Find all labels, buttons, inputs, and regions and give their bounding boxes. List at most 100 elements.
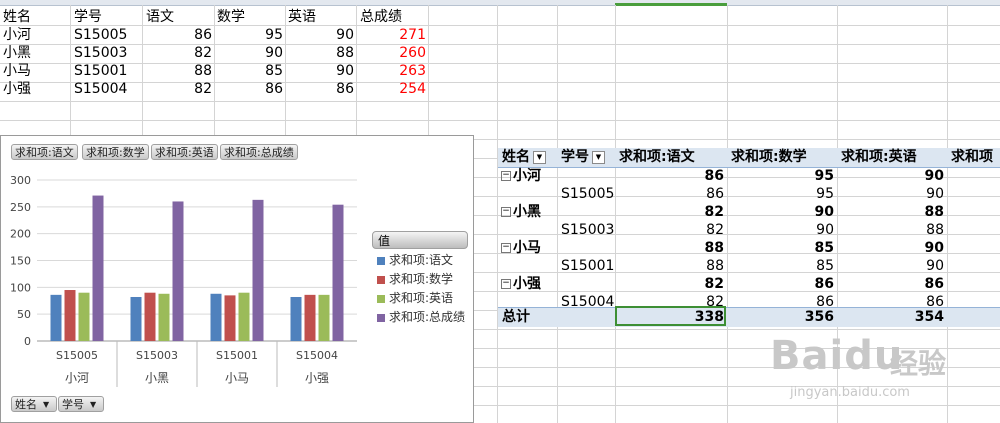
table-cell[interactable]: 86 bbox=[217, 80, 283, 98]
pivot-sum-cell[interactable]: 90 bbox=[837, 240, 944, 257]
table-cell[interactable]: 小黑 bbox=[3, 44, 31, 62]
value-field-button[interactable]: 求和项:英语 bbox=[151, 144, 218, 160]
value-field-button[interactable]: 求和项:语文 bbox=[11, 144, 78, 160]
table-cell[interactable]: 271 bbox=[360, 26, 426, 44]
gridline bbox=[557, 5, 558, 423]
header-cell[interactable]: 总成绩 bbox=[360, 8, 402, 26]
pivot-value-cell[interactable]: 86 bbox=[615, 186, 724, 203]
header-cell[interactable]: 语文 bbox=[146, 8, 174, 26]
table-cell[interactable]: 86 bbox=[288, 80, 354, 98]
y-tick-label: 0 bbox=[24, 335, 31, 348]
pivot-sum-cell[interactable]: 90 bbox=[727, 204, 834, 221]
table-cell[interactable]: S15001 bbox=[74, 62, 127, 80]
table-cell[interactable]: 85 bbox=[217, 62, 283, 80]
filter-dropdown-icon[interactable]: ▼ bbox=[592, 150, 605, 164]
table-cell[interactable]: 90 bbox=[288, 62, 354, 80]
pivot-total-cell[interactable]: 354 bbox=[837, 309, 944, 326]
axis-field-button-name[interactable]: 姓名 ▼ bbox=[11, 396, 57, 412]
pivot-value-cell[interactable]: 95 bbox=[727, 186, 834, 203]
value-field-button[interactable]: 求和项:数学 bbox=[82, 144, 149, 160]
pivot-sum-cell[interactable]: 86 bbox=[615, 168, 724, 185]
pivot-value-cell[interactable]: 90 bbox=[837, 258, 944, 275]
pivot-value-cell[interactable]: 88 bbox=[615, 258, 724, 275]
pivot-header-label: 姓名 bbox=[502, 149, 530, 165]
table-cell[interactable]: 小强 bbox=[3, 80, 31, 98]
table-cell[interactable]: 88 bbox=[288, 44, 354, 62]
pivot-group-label[interactable]: − 小强 bbox=[501, 276, 541, 293]
table-cell[interactable]: 小河 bbox=[3, 26, 31, 44]
filter-dropdown-icon[interactable]: ▼ bbox=[533, 150, 546, 164]
pivot-id-cell[interactable]: S15003 bbox=[561, 222, 614, 239]
dropdown-arrow-icon: ▼ bbox=[90, 400, 97, 409]
header-cell[interactable]: 学号 bbox=[74, 8, 102, 26]
pivot-sum-cell[interactable]: 86 bbox=[727, 276, 834, 293]
pivot-sum-cell[interactable]: 85 bbox=[727, 240, 834, 257]
active-cell-cursor[interactable] bbox=[615, 306, 726, 326]
header-cell[interactable]: 姓名 bbox=[3, 8, 31, 26]
axis-field-label: 学号 bbox=[62, 398, 84, 411]
table-cell[interactable]: 88 bbox=[146, 62, 212, 80]
pivot-sum-cell[interactable]: 90 bbox=[837, 168, 944, 185]
table-cell[interactable]: 82 bbox=[146, 44, 212, 62]
collapse-icon[interactable]: − bbox=[501, 243, 511, 253]
pivot-id-cell[interactable]: S15001 bbox=[561, 258, 614, 275]
pivot-id-cell[interactable]: S15005 bbox=[561, 186, 614, 203]
pivot-group-label[interactable]: − 小河 bbox=[501, 168, 541, 185]
pivot-group-name: 小河 bbox=[513, 168, 541, 184]
value-field-button[interactable]: 求和项:总成绩 bbox=[220, 144, 298, 160]
table-cell[interactable]: S15003 bbox=[74, 44, 127, 62]
y-tick-label: 50 bbox=[17, 308, 31, 321]
pivot-header-id[interactable]: 学号 ▼ bbox=[561, 148, 605, 167]
watermark-url: jingyan.baidu.com bbox=[790, 385, 910, 400]
x-group-label: 小马 bbox=[225, 371, 249, 385]
table-cell[interactable]: 82 bbox=[146, 80, 212, 98]
legend-title[interactable]: 值 bbox=[372, 231, 468, 249]
pivot-header-name[interactable]: 姓名 ▼ bbox=[502, 148, 546, 167]
table-cell[interactable]: 263 bbox=[360, 62, 426, 80]
table-cell[interactable]: 86 bbox=[146, 26, 212, 44]
legend-swatch bbox=[377, 256, 385, 265]
pivot-value-cell[interactable]: 85 bbox=[727, 258, 834, 275]
collapse-icon[interactable]: − bbox=[501, 207, 511, 217]
gridline bbox=[0, 120, 1000, 121]
pivot-value-cell[interactable]: 90 bbox=[727, 222, 834, 239]
x-group-label: 小河 bbox=[65, 371, 89, 385]
pivot-sum-cell[interactable]: 88 bbox=[837, 204, 944, 221]
header-cell[interactable]: 数学 bbox=[217, 8, 245, 26]
pivot-sum-cell[interactable]: 88 bbox=[615, 240, 724, 257]
pivot-group-name: 小马 bbox=[513, 240, 541, 256]
table-cell[interactable]: 254 bbox=[360, 80, 426, 98]
pivot-value-cell[interactable]: 90 bbox=[837, 186, 944, 203]
pivot-total-cell[interactable]: 356 bbox=[727, 309, 834, 326]
pivot-value-cell[interactable]: 82 bbox=[615, 222, 724, 239]
pivot-sum-cell[interactable]: 82 bbox=[615, 204, 724, 221]
legend-swatch bbox=[377, 275, 385, 284]
pivot-sum-cell[interactable]: 86 bbox=[837, 276, 944, 293]
table-cell[interactable]: 95 bbox=[217, 26, 283, 44]
pivot-chart[interactable]: 求和项:语文 求和项:数学 求和项:英语 求和项:总成绩 0 50 100 150 20… bbox=[0, 135, 474, 423]
table-cell[interactable]: S15004 bbox=[74, 80, 127, 98]
pivot-sum-cell[interactable]: 82 bbox=[615, 276, 724, 293]
legend-label: 求和项:数学 bbox=[389, 272, 454, 286]
pivot-header-total[interactable]: 求和项 bbox=[951, 148, 993, 167]
pivot-group-label[interactable]: − 小马 bbox=[501, 240, 541, 257]
collapse-icon[interactable]: − bbox=[501, 171, 511, 181]
pivot-sum-cell[interactable]: 95 bbox=[727, 168, 834, 185]
table-cell[interactable]: S15005 bbox=[74, 26, 127, 44]
table-cell[interactable]: 260 bbox=[360, 44, 426, 62]
pivot-value-cell[interactable]: 88 bbox=[837, 222, 944, 239]
table-cell[interactable]: 90 bbox=[288, 26, 354, 44]
table-cell[interactable]: 小马 bbox=[3, 62, 31, 80]
bar bbox=[290, 296, 302, 341]
legend-item: 求和项:英语 bbox=[377, 290, 453, 306]
header-cell[interactable]: 英语 bbox=[288, 8, 316, 26]
pivot-header-math[interactable]: 求和项:数学 bbox=[731, 148, 807, 167]
axis-field-button-id[interactable]: 学号 ▼ bbox=[58, 396, 104, 412]
table-cell[interactable]: 90 bbox=[217, 44, 283, 62]
pivot-header-chinese[interactable]: 求和项:语文 bbox=[619, 148, 695, 167]
collapse-icon[interactable]: − bbox=[501, 279, 511, 289]
pivot-total-label[interactable]: 总计 bbox=[502, 309, 530, 326]
pivot-header-english[interactable]: 求和项:英语 bbox=[841, 148, 917, 167]
x-tick-label: S15004 bbox=[296, 349, 338, 362]
pivot-group-label[interactable]: − 小黑 bbox=[501, 204, 541, 221]
